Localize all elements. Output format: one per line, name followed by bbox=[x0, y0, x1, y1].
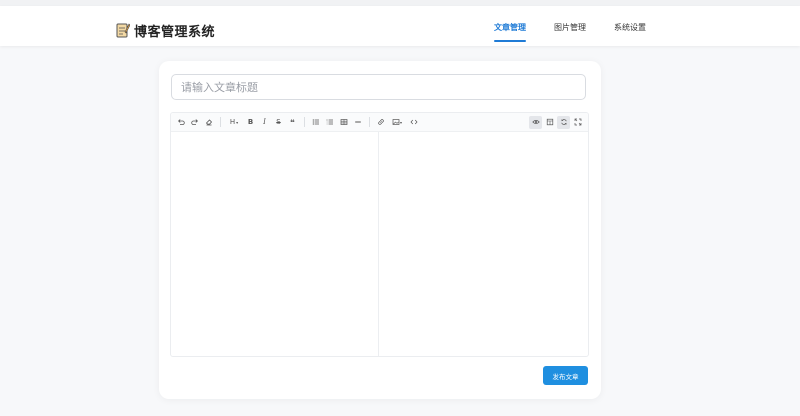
toolbar-right-group bbox=[529, 115, 588, 129]
link-icon[interactable] bbox=[374, 116, 387, 129]
redo-icon[interactable] bbox=[188, 116, 201, 129]
toolbar-divider bbox=[304, 117, 305, 127]
nav-item-images[interactable]: 图片管理 bbox=[540, 6, 600, 46]
top-navbar: 博客管理系统 bbox=[0, 6, 800, 46]
undo-icon[interactable] bbox=[174, 116, 187, 129]
editor-toolbar: H ▾ B I S ❝ ▾ bbox=[171, 113, 588, 132]
toolbar-divider bbox=[220, 117, 221, 127]
notepad-pencil-icon bbox=[116, 22, 131, 38]
table-icon[interactable] bbox=[337, 116, 350, 129]
heading-dropdown[interactable]: H ▾ bbox=[225, 116, 243, 129]
image-icon[interactable]: ▾ bbox=[388, 116, 406, 129]
caret-down-icon: ▾ bbox=[399, 119, 402, 125]
nav-item-articles[interactable]: 文章管理 bbox=[480, 6, 540, 46]
bold-button[interactable]: B bbox=[244, 116, 257, 129]
toolbar-divider bbox=[369, 117, 370, 127]
eraser-icon[interactable] bbox=[202, 116, 215, 129]
unordered-list-icon[interactable] bbox=[309, 116, 322, 129]
nav-item-settings[interactable]: 系统设置 bbox=[600, 6, 660, 46]
strikethrough-button[interactable]: S bbox=[272, 116, 285, 129]
horizontal-rule-icon[interactable] bbox=[351, 116, 364, 129]
fullscreen-icon[interactable] bbox=[571, 116, 584, 129]
heading-label: H bbox=[229, 118, 236, 126]
split-view-icon[interactable] bbox=[543, 116, 556, 129]
article-editor-card: H▾ B I S ❝ ▾ bbox=[159, 61, 601, 399]
sync-scroll-icon[interactable] bbox=[557, 115, 570, 129]
italic-button[interactable]: I bbox=[258, 116, 271, 129]
eye-icon[interactable] bbox=[529, 115, 542, 129]
brand[interactable]: 博客管理系统 bbox=[116, 20, 215, 40]
ordered-list-icon[interactable] bbox=[323, 116, 336, 129]
markdown-editor: H ▾ B I S ❝ ▾ bbox=[170, 112, 589, 357]
markdown-input-pane[interactable] bbox=[171, 132, 379, 356]
code-icon[interactable] bbox=[407, 116, 420, 129]
app-title: 博客管理系统 bbox=[134, 24, 216, 40]
quote-button[interactable]: ❝ bbox=[286, 116, 299, 129]
article-title-input[interactable] bbox=[171, 74, 586, 100]
preview-pane bbox=[379, 132, 588, 356]
caret-down-icon: ▾ bbox=[236, 119, 239, 125]
publish-article-button[interactable]: 发布文章 bbox=[543, 366, 588, 385]
main-nav: 文章管理 图片管理 系统设置 bbox=[480, 6, 660, 46]
